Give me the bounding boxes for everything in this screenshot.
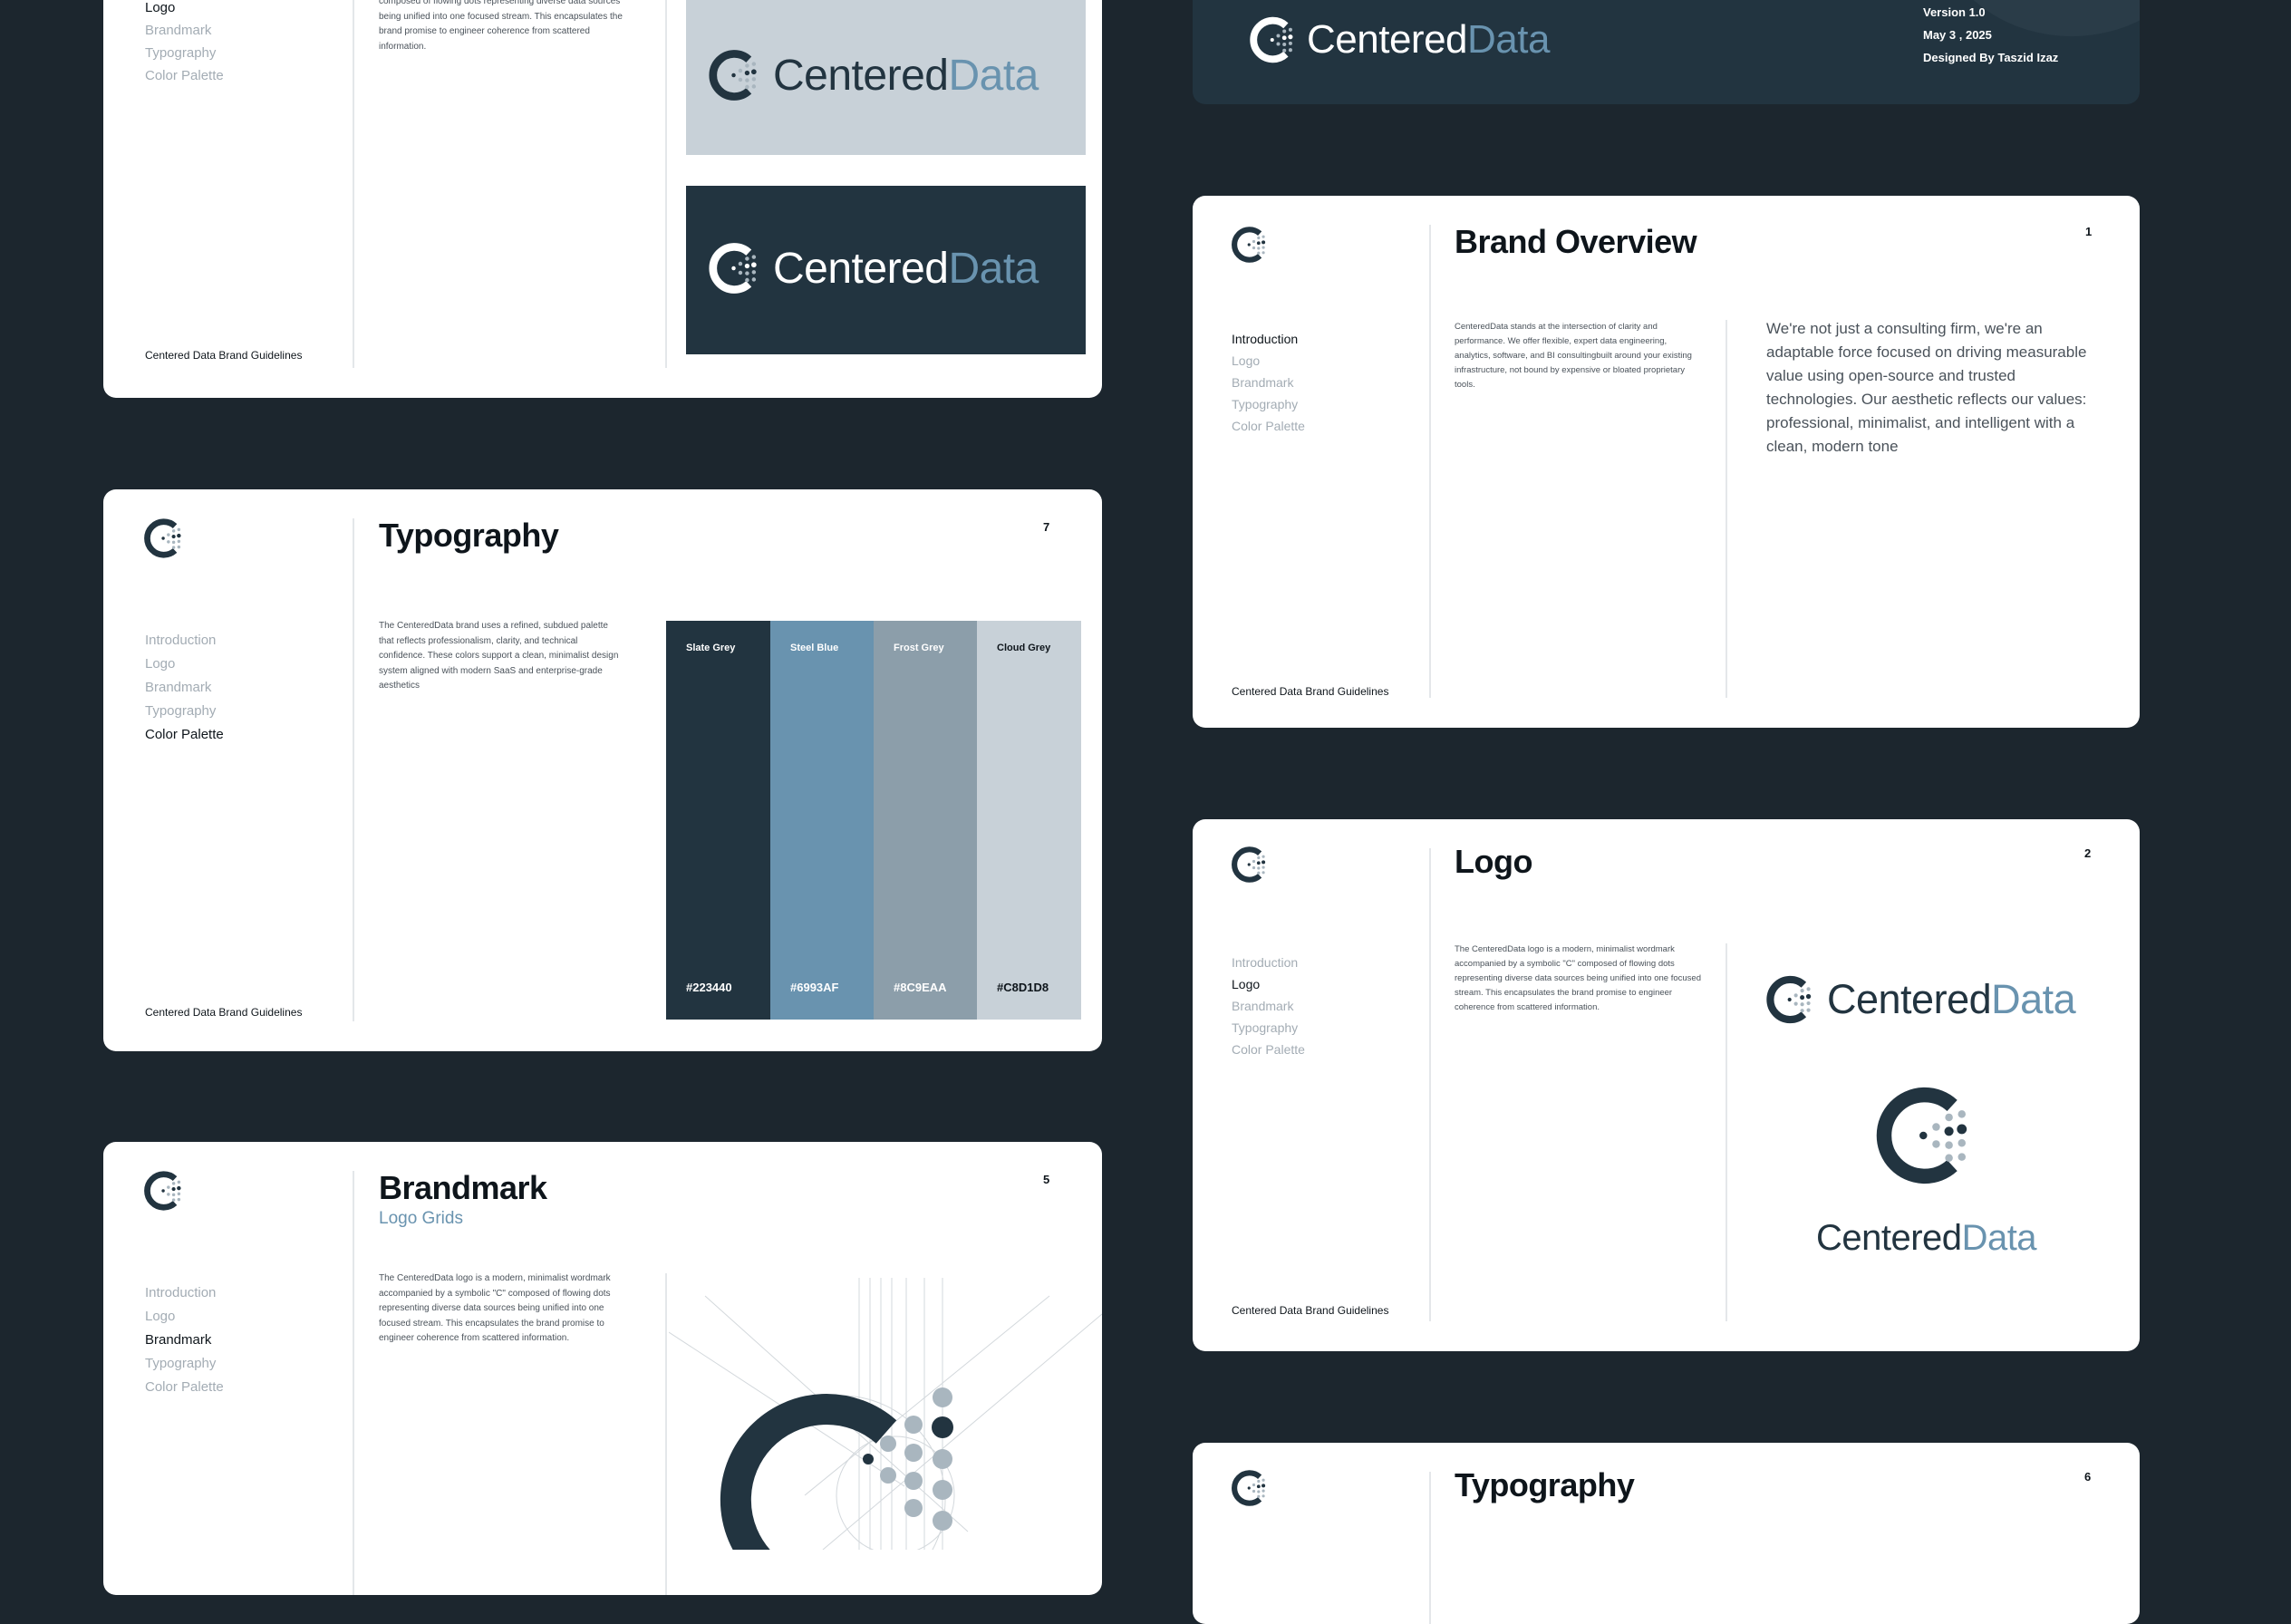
footer-text: Centered Data Brand Guidelines	[145, 1006, 303, 1019]
page-nav: Introduction Logo Brandmark Typography C…	[145, 633, 224, 742]
cover-designer: Designed By Taszid Izaz	[1923, 51, 2059, 64]
page-nav: Introduction Logo Brandmark Typography C…	[145, 1285, 224, 1395]
logo-grid-illustration	[669, 1278, 1102, 1550]
footer-text: Centered Data Brand Guidelines	[1232, 1304, 1389, 1317]
nav-color-palette[interactable]: Color Palette	[145, 727, 224, 742]
stacked-wordmark: CenteredData	[1816, 1218, 2037, 1258]
page-number: 2	[2084, 846, 2092, 860]
nav-logo[interactable]: Logo	[1232, 977, 1305, 992]
nav-brandmark[interactable]: Brandmark	[145, 1332, 224, 1348]
swatch-hex: #8C9EAA	[894, 981, 947, 994]
swatch-strip: Slate Grey #223440 Steel Blue #6993AF Fr…	[666, 621, 1081, 1020]
nav-typography[interactable]: Typography	[145, 45, 224, 61]
palette-description: The CenteredData brand uses a refined, s…	[379, 621, 619, 691]
page-title: Logo	[1455, 843, 1532, 880]
overview-description: CenteredData stands at the intersection …	[1455, 322, 1692, 390]
cover-card: CenteredData Version 1.0 May 3 , 2025 De…	[1193, 0, 2140, 104]
nav-typography[interactable]: Typography	[1232, 1020, 1305, 1036]
page-title: Brand Overview	[1455, 223, 1697, 260]
swatch-cloud-grey: Cloud Grey #C8D1D8	[977, 621, 1081, 1020]
nav-brandmark[interactable]: Brandmark	[145, 680, 224, 695]
swatch-name: Steel Blue	[790, 643, 839, 653]
typography-card: Typography 6	[1193, 1443, 2140, 1624]
brand-c-icon	[1765, 973, 1818, 1026]
logo-description: The CenteredData logo is a modern, minim…	[1455, 944, 1701, 1012]
brandmark-description: The CenteredData logo is a modern, minim…	[379, 1273, 611, 1343]
logo-light-panel: CenteredData	[686, 0, 1086, 155]
wordmark: CenteredData	[773, 51, 1039, 100]
logo-dark-panel: CenteredData	[686, 186, 1086, 354]
nav-typography[interactable]: Typography	[145, 703, 224, 719]
cover-date: May 3 , 2025	[1923, 28, 1992, 42]
nav-brandmark[interactable]: Brandmark	[1232, 999, 1305, 1014]
swatch-hex: #223440	[686, 981, 732, 994]
nav-introduction[interactable]: Introduction	[145, 1285, 224, 1300]
brand-c-icon	[1249, 14, 1300, 65]
wordmark: CenteredData	[1307, 17, 1550, 62]
nav-introduction[interactable]: Introduction	[145, 633, 224, 648]
swatch-steel-blue: Steel Blue #6993AF	[770, 621, 874, 1020]
brand-c-icon	[1231, 225, 1271, 265]
nav-color-palette[interactable]: Color Palette	[145, 68, 224, 83]
page-nav: Logo Brandmark Typography Color Palette	[145, 0, 224, 83]
page-number: 5	[1043, 1173, 1050, 1186]
brand-c-icon	[1231, 1468, 1271, 1508]
brandmark-card: Introduction Logo Brandmark Typography C…	[103, 1142, 1102, 1595]
page-title: Typography	[379, 517, 559, 554]
page-title: Brandmark	[379, 1169, 547, 1206]
horizontal-lockup: CenteredData	[1765, 973, 2076, 1026]
wordmark: CenteredData	[1827, 976, 2076, 1022]
page-nav: Introduction Logo Brandmark Typography C…	[1232, 332, 1305, 434]
overview-quote: We're not just a consulting firm, we're …	[1766, 320, 2087, 455]
logo-description: composed of flowing dots representing di…	[379, 0, 623, 52]
footer-text: Centered Data Brand Guidelines	[1232, 685, 1389, 698]
swatch-frost-grey: Frost Grey #8C9EAA	[874, 621, 977, 1020]
nav-logo[interactable]: Logo	[1232, 353, 1305, 369]
nav-logo[interactable]: Logo	[145, 1309, 224, 1324]
nav-color-palette[interactable]: Color Palette	[145, 1379, 224, 1395]
page-subtitle: Logo Grids	[379, 1209, 463, 1228]
brand-c-icon	[143, 517, 187, 560]
swatch-name: Slate Grey	[686, 643, 736, 653]
logo-detail-card: Introduction Logo Brandmark Typography C…	[1193, 819, 2140, 1351]
page-number: 1	[2085, 225, 2093, 238]
nav-introduction[interactable]: Introduction	[1232, 955, 1305, 971]
swatch-slate-grey: Slate Grey #223440	[666, 621, 770, 1020]
swatch-name: Frost Grey	[894, 643, 944, 653]
swatch-hex: #6993AF	[790, 981, 839, 994]
nav-typography[interactable]: Typography	[1232, 397, 1305, 412]
nav-color-palette[interactable]: Color Palette	[1232, 419, 1305, 434]
logo-page-card: Logo Brandmark Typography Color Palette …	[103, 0, 1102, 398]
nav-typography[interactable]: Typography	[145, 1356, 224, 1371]
nav-color-palette[interactable]: Color Palette	[1232, 1042, 1305, 1058]
nav-brandmark[interactable]: Brandmark	[1232, 375, 1305, 391]
page-title: Typography	[1455, 1466, 1635, 1503]
brand-c-icon	[1231, 845, 1271, 884]
wordmark: CenteredData	[773, 244, 1039, 293]
swatch-name: Cloud Grey	[997, 643, 1051, 653]
brand-overview-card: Introduction Logo Brandmark Typography C…	[1193, 196, 2140, 728]
nav-brandmark[interactable]: Brandmark	[145, 23, 224, 38]
brand-c-icon	[708, 240, 764, 296]
brand-c-icon-large	[1874, 1082, 1981, 1189]
page-number: 6	[2084, 1470, 2092, 1484]
page-nav: Introduction Logo Brandmark Typography C…	[1232, 955, 1305, 1058]
nav-logo[interactable]: Logo	[145, 656, 224, 672]
cover-version: Version 1.0	[1923, 5, 1986, 19]
footer-text: Centered Data Brand Guidelines	[145, 349, 303, 362]
page-number: 7	[1043, 520, 1050, 534]
brand-c-icon	[143, 1169, 187, 1213]
color-palette-card: Introduction Logo Brandmark Typography C…	[103, 489, 1102, 1051]
swatch-hex: #C8D1D8	[997, 981, 1049, 994]
nav-logo[interactable]: Logo	[145, 0, 224, 15]
nav-introduction[interactable]: Introduction	[1232, 332, 1305, 347]
brand-c-icon	[708, 47, 764, 103]
